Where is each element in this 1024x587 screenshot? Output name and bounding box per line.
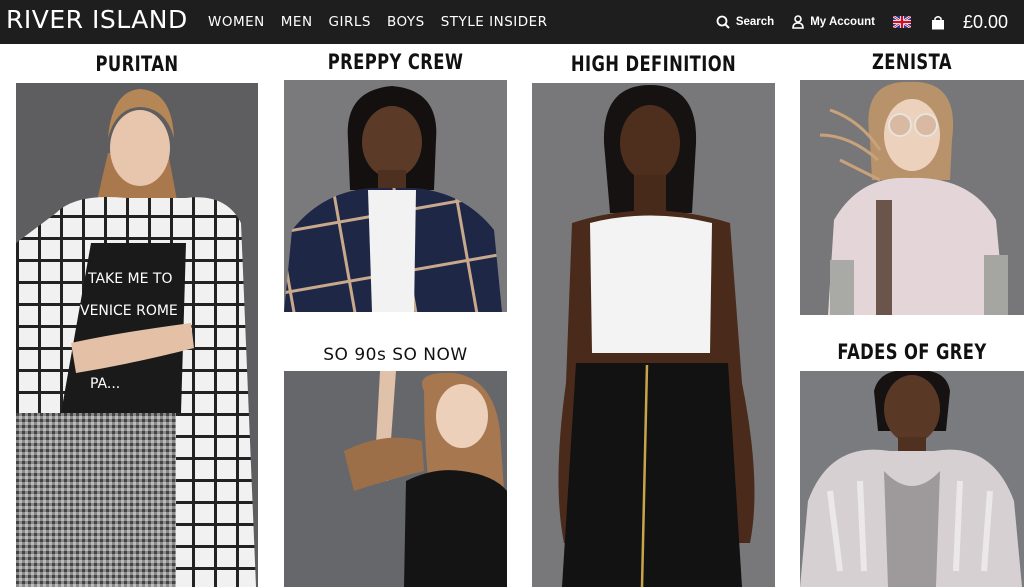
header-utilities: Search My Account £0.00 [698,0,1008,44]
nav-style-insider[interactable]: STYLE INSIDER [441,14,548,30]
account-label: My Account [810,16,875,28]
user-icon [792,15,805,29]
site-logo[interactable]: RIVER ISLAND [6,5,188,34]
trend-image-fades-of-grey[interactable] [800,371,1024,587]
shirt-text-line-3: PA... [90,376,120,392]
nav-girls[interactable]: GIRLS [329,14,371,30]
trend-image-zenista[interactable] [800,80,1024,315]
trend-title-puritan[interactable]: PURITAN [43,52,232,76]
trend-title-so-90s-so-now[interactable]: SO 90s SO NOW [284,345,507,365]
nav-women[interactable]: WOMEN [208,14,265,30]
nav-men[interactable]: MEN [281,14,313,30]
trend-image-high-definition[interactable] [532,83,775,587]
basket-link[interactable]: £0.00 [931,12,1008,33]
trend-title-preppy-crew[interactable]: PREPPY CREW [309,50,483,74]
site-header: RIVER ISLAND WOMEN MEN GIRLS BOYS STYLE … [0,0,1024,44]
account-link[interactable]: My Account [792,15,875,29]
shirt-text-line-1: TAKE ME TO [87,271,172,287]
trend-image-preppy-crew[interactable] [284,80,507,312]
nav-boys[interactable]: BOYS [387,14,425,30]
trend-title-fades-of-grey[interactable]: FADES OF GREY [825,340,1000,364]
search-link[interactable]: Search [716,15,774,29]
trend-image-so-90s-so-now[interactable] [284,371,507,587]
shopping-bag-icon [931,15,944,29]
search-label: Search [735,16,775,28]
trend-title-zenista[interactable]: ZENISTA [825,50,1000,74]
shirt-text-line-2: VENICE ROME [80,303,178,319]
basket-total: £0.00 [962,11,1008,32]
search-icon [716,15,730,29]
main-nav: WOMEN MEN GIRLS BOYS STYLE INSIDER [208,0,564,44]
trend-title-high-definition[interactable]: HIGH DEFINITION [559,52,749,76]
uk-flag-icon[interactable] [892,16,911,28]
trend-image-puritan[interactable]: TAKE ME TO VENICE ROME PA... [16,83,258,587]
